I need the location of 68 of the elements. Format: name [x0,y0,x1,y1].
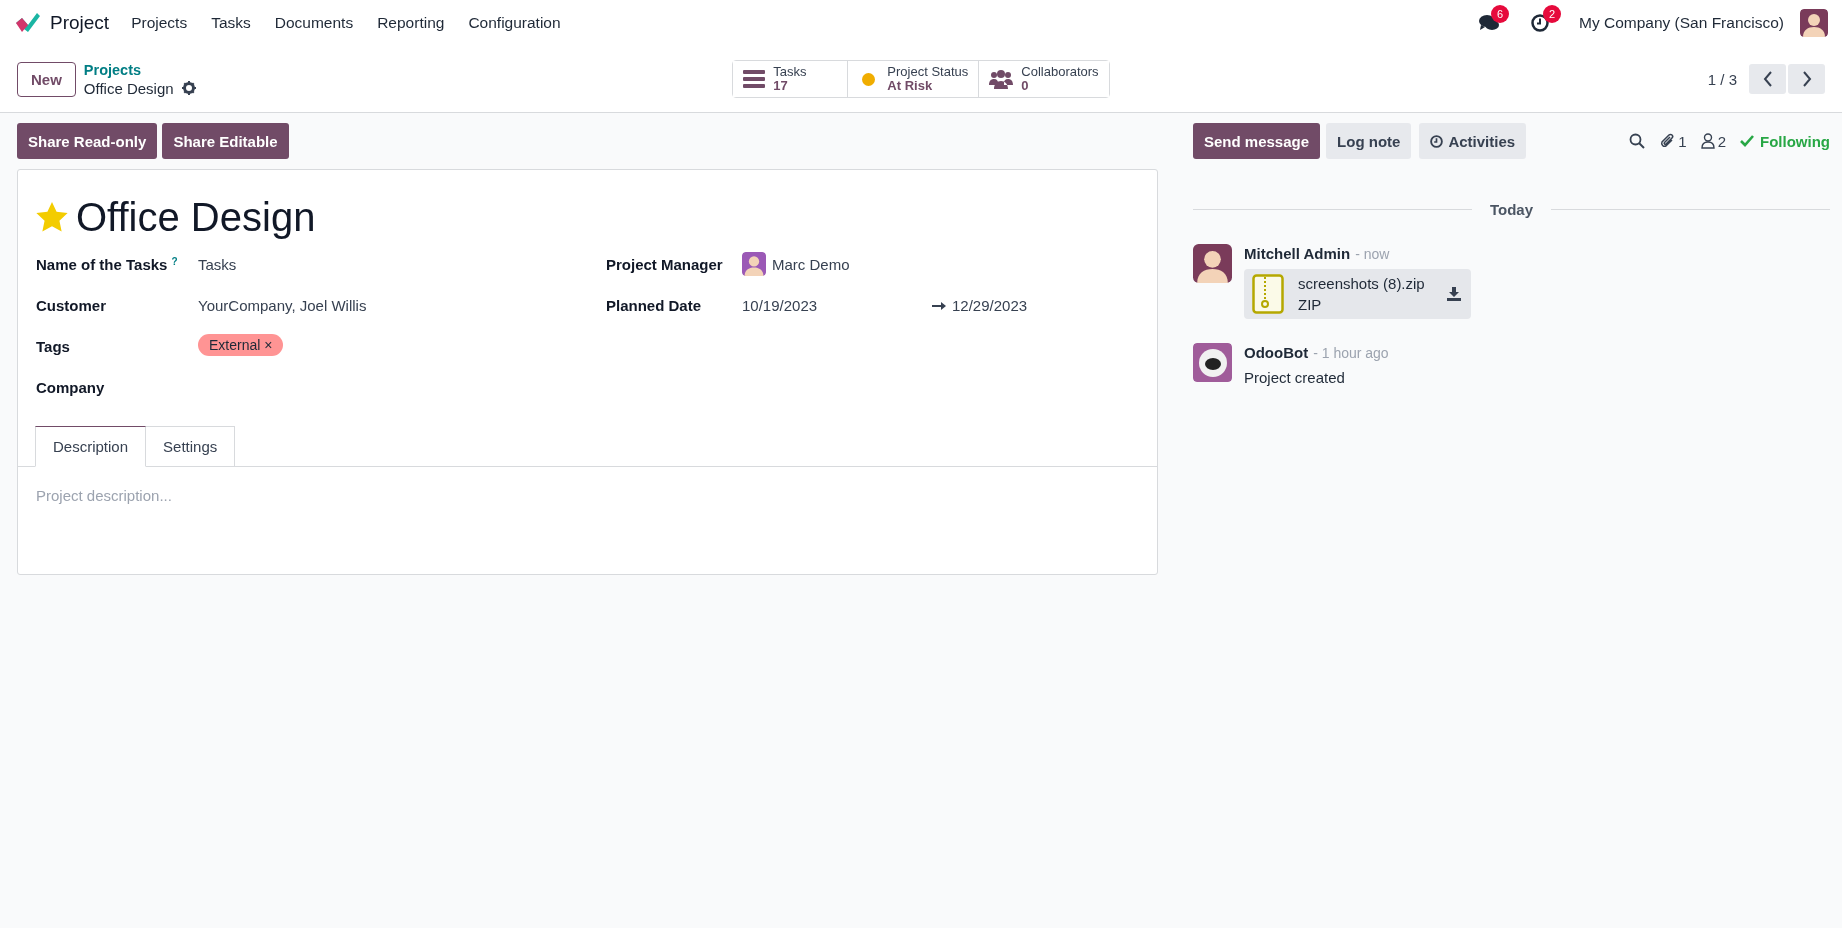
notification-badge: 2 [1543,5,1561,23]
download-icon[interactable] [1446,287,1461,301]
gear-icon[interactable] [181,81,196,95]
tasks-icon [743,70,766,88]
field-value: Tasks [198,256,237,273]
message-time: - 1 hour ago [1313,345,1389,361]
menu-item[interactable]: Tasks [199,14,263,32]
pager-value: 1 / 3 [1707,70,1737,88]
file-type: ZIP [1298,296,1323,313]
new-button[interactable]: New [17,61,76,97]
bot-avatar [1193,343,1232,382]
log-note-button[interactable]: Log note [1326,123,1412,159]
attachment-card[interactable]: screenshots (8).zip ZIP [1244,269,1471,319]
follower-count[interactable]: 2 [1717,132,1726,150]
date-separator: Today [1489,201,1534,218]
app-name[interactable]: Project [50,12,110,34]
menu-item[interactable]: Projects [119,14,200,32]
clock-icon [1430,134,1444,148]
record-name: Office Design [83,79,174,97]
user-avatar [1193,244,1232,283]
field-value: Marc Demo [772,255,850,273]
field-label: Planned Date [606,297,702,314]
paperclip-icon[interactable] [1659,132,1676,150]
previous-button[interactable] [1749,64,1786,94]
stat-button[interactable]: Collaborators 0 [978,61,1109,97]
next-button[interactable] [1788,64,1825,94]
chevron-left-icon [1762,71,1773,87]
field-label: Project Manager [606,256,723,273]
help-icon[interactable]: ? [171,256,178,273]
field-label: Company [36,379,105,396]
file-name: screenshots (8).zip [1298,275,1425,292]
record-title: Office Design [76,194,316,240]
search-icon[interactable] [1629,133,1646,149]
app-logo[interactable] [14,11,40,35]
field-label: Customer [36,297,106,314]
activities-button[interactable]: Activities [1419,123,1527,159]
message-body: Project created [1244,369,1346,386]
arrow-icon [932,301,946,310]
menu-item[interactable]: Reporting [365,14,457,32]
clock-icon[interactable] [1531,14,1549,32]
send-message-button[interactable]: Send message [1193,123,1321,159]
attachment-count[interactable]: 1 [1678,132,1687,150]
date-value: 12/29/2023 [952,297,1028,314]
tag: External × [198,334,284,356]
field-label: Name of the Tasks [36,256,168,273]
users-icon [989,69,1014,89]
company-switcher[interactable]: My Company (San Francisco) [1579,14,1784,32]
zip-file-icon [1252,274,1284,314]
breadcrumb-link[interactable]: Projects [83,61,196,78]
user-avatar [1800,9,1828,37]
star-icon[interactable] [36,202,68,232]
field-value: YourCompany, Joel Willis [198,297,367,314]
check-icon [1740,135,1754,147]
author-name[interactable]: OdooBot [1244,344,1309,361]
field-label: Tags [36,338,70,355]
person-icon[interactable] [1700,133,1715,149]
tab[interactable]: Settings [146,426,236,467]
share-button[interactable]: Share Editable [162,123,289,159]
message-time: - now [1355,246,1390,262]
chevron-right-icon [1801,71,1812,87]
menu-item[interactable]: Configuration [456,14,573,32]
tab[interactable]: Description [35,426,147,467]
author-name[interactable]: Mitchell Admin [1244,245,1351,262]
date-value: 10/19/2023 [742,297,819,314]
share-button[interactable]: Share Read-only [17,123,158,159]
menu-item[interactable]: Documents [262,14,366,32]
user-avatar [742,252,766,276]
notification-badge: 6 [1491,5,1509,23]
